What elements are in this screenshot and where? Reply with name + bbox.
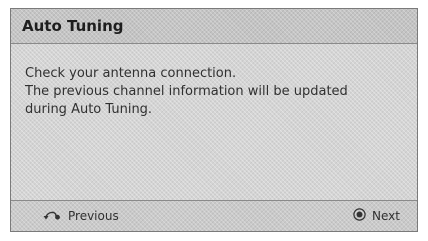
dialog-title-bar: Auto Tuning (11, 9, 417, 44)
message-line: Check your antenna connection. (25, 66, 237, 81)
dialog-footer: Previous Next (11, 200, 417, 231)
next-button[interactable]: Next (353, 208, 400, 224)
dialog-message: Check your antenna connection. The previ… (25, 65, 407, 119)
previous-label: Previous (68, 208, 119, 223)
auto-tuning-dialog: Auto Tuning Check your antenna connectio… (10, 8, 418, 232)
enter-button-icon (353, 208, 366, 224)
return-arrow-icon (43, 208, 61, 223)
message-line: The previous channel information will be… (25, 84, 348, 99)
next-label: Next (372, 209, 400, 223)
dialog-title: Auto Tuning (22, 17, 124, 35)
message-line: during Auto Tuning. (25, 102, 153, 117)
previous-button[interactable]: Previous (43, 208, 119, 223)
